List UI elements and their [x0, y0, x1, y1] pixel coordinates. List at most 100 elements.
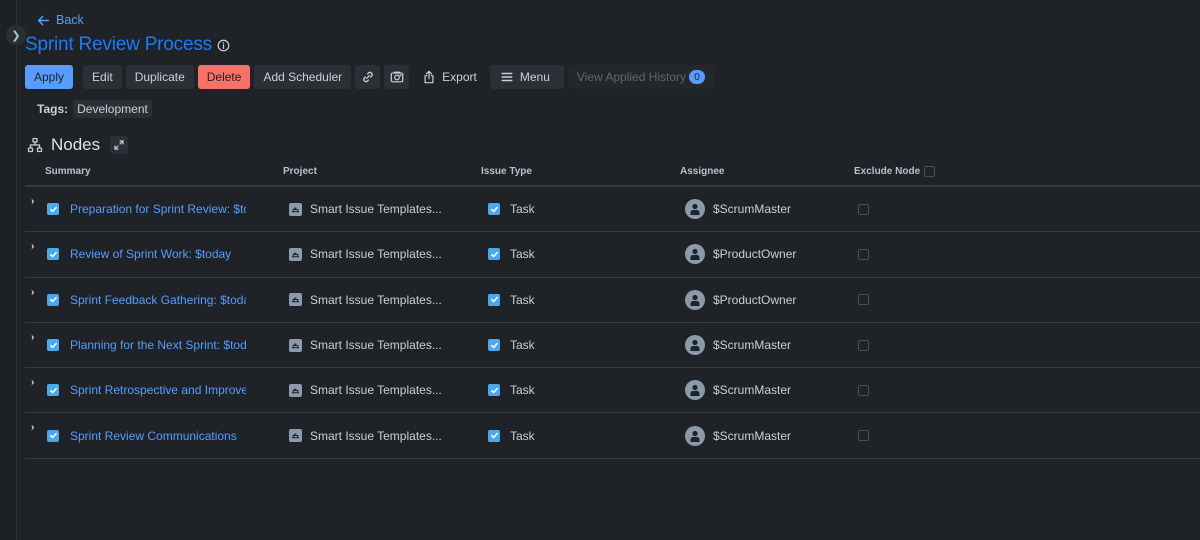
copy-link-button[interactable] [355, 65, 381, 89]
left-sidebar-rail [0, 0, 17, 540]
issue-type-cell: Task [488, 413, 535, 457]
exclude-cell [858, 187, 869, 231]
row-select-checkbox[interactable] [47, 429, 59, 442]
export-button[interactable]: Export [413, 65, 486, 89]
title-row: Sprint Review Process [25, 34, 230, 56]
row-select-checkbox[interactable] [47, 248, 59, 261]
user-avatar-icon [685, 289, 705, 310]
view-applied-history-button[interactable]: View Applied History 0 [567, 65, 715, 89]
apply-button[interactable]: Apply [25, 65, 74, 89]
issue-type-cell: Task [488, 278, 535, 322]
project-cell: Smart Issue Templates... [289, 187, 442, 231]
project-icon [289, 247, 302, 261]
table-row[interactable]: › Review of Sprint Work: $today Smart Is… [25, 232, 1200, 278]
project-icon [289, 293, 302, 307]
menu-label: Menu [519, 70, 550, 84]
issue-type-label: Task [510, 338, 535, 353]
menu-button[interactable]: Menu [489, 65, 564, 89]
expand-row-chevron-icon[interactable]: › [31, 241, 34, 252]
column-header-project: Project [283, 166, 317, 177]
summary-cell: Review of Sprint Work: $today [47, 232, 246, 276]
back-link[interactable]: Back [37, 13, 84, 27]
info-icon[interactable] [217, 39, 230, 52]
exclude-cell [858, 368, 869, 412]
column-header-issue-type: Issue Type [481, 166, 532, 177]
assignee-cell: $ProductOwner [685, 278, 796, 322]
row-select-checkbox[interactable] [47, 339, 59, 352]
nodes-title: Nodes [51, 135, 101, 154]
expand-nodes-button[interactable] [110, 136, 129, 154]
task-type-icon [488, 384, 500, 397]
assignee-name: $ScrumMaster [713, 202, 792, 217]
issue-type-label: Task [510, 428, 535, 443]
back-label: Back [56, 13, 84, 27]
summary-link[interactable]: Sprint Feedback Gathering: $today [70, 293, 246, 307]
project-cell: Smart Issue Templates... [289, 278, 442, 322]
table-row[interactable]: › Preparation for Sprint Review: $today … [25, 187, 1200, 233]
exclude-node-checkbox[interactable] [858, 248, 869, 260]
assignee-cell: $ScrumMaster [685, 368, 791, 412]
exclude-node-checkbox[interactable] [858, 430, 869, 442]
hierarchy-icon [27, 137, 43, 153]
task-type-icon [488, 429, 500, 442]
expand-row-chevron-icon[interactable]: › [31, 196, 34, 207]
expand-row-chevron-icon[interactable]: › [31, 377, 34, 388]
summary-cell: Sprint Review Communications [47, 413, 246, 457]
summary-link[interactable]: Sprint Review Communications [70, 429, 246, 443]
user-avatar-icon [685, 199, 705, 220]
row-select-checkbox[interactable] [47, 293, 59, 306]
duplicate-button[interactable]: Duplicate [125, 65, 194, 89]
tag-chip[interactable]: Development [73, 100, 152, 118]
project-icon [289, 383, 302, 397]
expand-arrows-icon [114, 140, 124, 150]
summary-cell: Sprint Retrospective and Improvement [47, 368, 246, 412]
check-icon [49, 296, 57, 303]
task-type-icon [488, 339, 500, 352]
expand-row-chevron-icon[interactable]: › [31, 332, 34, 343]
project-cell: Smart Issue Templates... [289, 368, 442, 412]
link-icon [362, 71, 373, 83]
table-row[interactable]: › Sprint Review Communications Smart Iss… [25, 413, 1200, 459]
table-row[interactable]: › Sprint Feedback Gathering: $today Smar… [25, 278, 1200, 323]
add-scheduler-button[interactable]: Add Scheduler [254, 65, 352, 89]
expand-row-chevron-icon[interactable]: › [31, 422, 34, 433]
assignee-cell: $ProductOwner [685, 232, 796, 276]
edit-button[interactable]: Edit [83, 65, 122, 89]
project-name: Smart Issue Templates... [310, 247, 442, 262]
row-select-checkbox[interactable] [47, 203, 59, 216]
sidebar-expand-toggle[interactable]: ❯ [6, 25, 26, 45]
issue-type-label: Task [510, 292, 535, 307]
table-header: Summary Project Issue Type Assignee Excl… [25, 160, 1200, 187]
page-title: Sprint Review Process [25, 34, 212, 55]
table-row[interactable]: › Sprint Retrospective and Improvement S… [25, 368, 1200, 414]
exclude-node-checkbox[interactable] [858, 294, 869, 306]
row-select-checkbox[interactable] [47, 384, 59, 397]
expand-row-chevron-icon[interactable]: › [31, 287, 34, 298]
summary-link[interactable]: Planning for the Next Sprint: $today [70, 338, 246, 352]
table-row[interactable]: › Planning for the Next Sprint: $today S… [25, 323, 1200, 369]
summary-cell: Planning for the Next Sprint: $today [47, 323, 246, 367]
screenshot-button[interactable] [384, 65, 410, 89]
issue-type-cell: Task [488, 368, 535, 412]
project-name: Smart Issue Templates... [310, 383, 442, 398]
delete-button[interactable]: Delete [197, 65, 251, 89]
project-icon [289, 429, 302, 443]
assignee-name: $ProductOwner [713, 247, 797, 262]
summary-link[interactable]: Sprint Retrospective and Improvement [70, 383, 246, 397]
exclude-node-checkbox[interactable] [858, 339, 869, 351]
exclude-node-checkbox[interactable] [858, 203, 869, 215]
summary-link[interactable]: Preparation for Sprint Review: $today [70, 202, 246, 216]
assignee-name: $ProductOwner [713, 292, 797, 307]
issue-type-label: Task [510, 202, 535, 217]
project-cell: Smart Issue Templates... [289, 413, 442, 457]
tags-label: Tags: [37, 102, 69, 116]
summary-cell: Sprint Feedback Gathering: $today [47, 278, 246, 322]
summary-cell: Preparation for Sprint Review: $today [47, 187, 246, 231]
assignee-cell: $ScrumMaster [685, 413, 791, 457]
exclude-all-checkbox[interactable] [924, 166, 936, 177]
user-avatar-icon [685, 380, 705, 401]
exclude-node-checkbox[interactable] [858, 384, 869, 396]
camera-icon [390, 71, 403, 83]
exclude-cell [858, 323, 869, 367]
summary-link[interactable]: Review of Sprint Work: $today [70, 247, 246, 261]
